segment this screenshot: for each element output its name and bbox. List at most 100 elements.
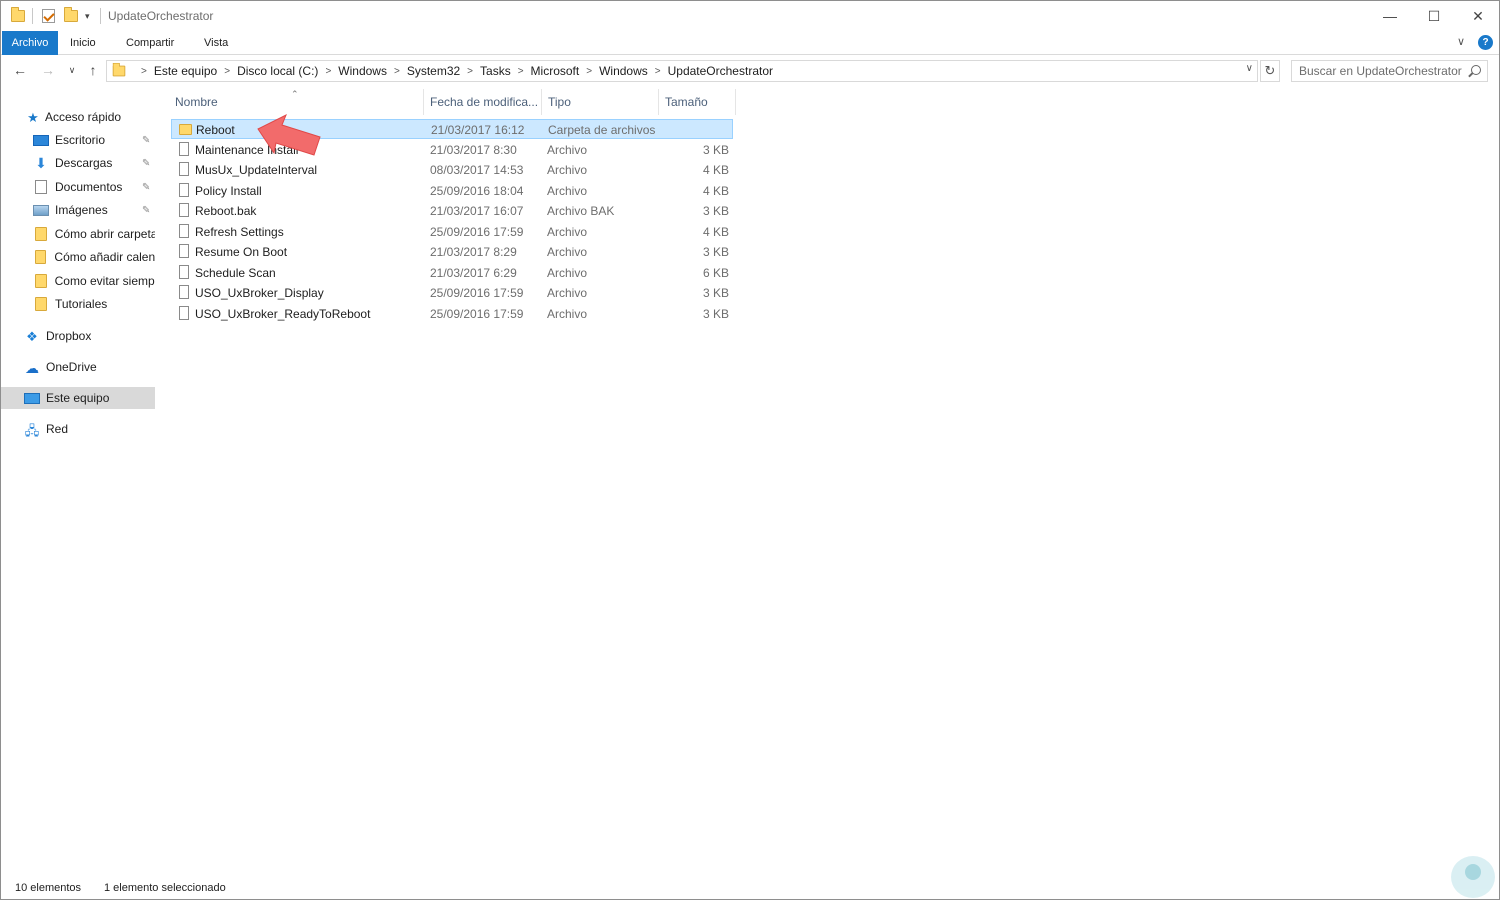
forward-button[interactable]: → [39,60,57,80]
breadcrumb-item[interactable]: Windows [338,64,387,78]
title-bar: ▾ UpdateOrchestrator — ☐ ✕ [1,1,1499,31]
tab-vista[interactable]: Vista [196,31,236,55]
folder-icon [11,7,25,22]
sidebar-item-documentos[interactable]: Documentos ✎ [1,176,155,198]
file-icon [179,183,189,197]
column-header-size[interactable]: Tamaño [659,89,736,115]
breadcrumb-item[interactable]: Este equipo [154,64,217,78]
file-icon [179,162,189,176]
tab-archivo[interactable]: Archivo [2,31,58,55]
chevron-right-icon[interactable]: > [467,66,473,77]
star-icon: ★ [27,110,39,125]
column-header-name[interactable]: ⌃ Nombre [169,89,424,115]
navigation-pane: ★ Acceso rápido Escritorio ✎ ⬇ Descargas… [1,91,161,871]
new-folder-icon[interactable] [64,7,78,22]
sidebar-item-network[interactable]: 🖧 Red [1,418,155,440]
table-row[interactable]: MusUx_UpdateInterval 08/03/2017 14:53 Ar… [171,160,733,180]
folder-icon [35,250,47,264]
file-icon [179,203,189,217]
sort-ascending-icon: ⌃ [291,89,299,99]
status-bar: 10 elementos 1 elemento seleccionado [1,879,1499,899]
search-icon[interactable] [1471,65,1481,75]
window-title: UpdateOrchestrator [108,9,214,23]
table-row[interactable]: Reboot.bak 21/03/2017 16:07 Archivo BAK … [171,201,733,221]
pin-icon: ✎ [142,157,151,169]
folder-icon [112,62,126,77]
refresh-button[interactable]: ↻ [1260,60,1280,82]
breadcrumb-item[interactable]: Microsoft [531,64,580,78]
file-icon [179,285,189,299]
download-icon: ⬇ [35,155,47,171]
pin-icon: ✎ [142,181,151,193]
search-input[interactable] [1292,61,1462,81]
back-button[interactable]: ← [11,60,29,80]
chevron-right-icon[interactable]: > [141,66,147,77]
table-row[interactable]: Schedule Scan 21/03/2017 6:29 Archivo 6 … [171,263,733,283]
maximize-button[interactable]: ☐ [1411,1,1457,31]
chevron-right-icon[interactable]: > [518,66,524,77]
breadcrumb-item[interactable]: Disco local (C:) [237,64,318,78]
file-icon [179,306,189,320]
table-row[interactable]: Resume On Boot 21/03/2017 8:29 Archivo 3… [171,242,733,262]
up-button[interactable]: ↑ [84,60,102,80]
breadcrumb-item[interactable]: Windows [599,64,648,78]
table-row[interactable]: USO_UxBroker_Display 25/09/2016 17:59 Ar… [171,283,733,303]
sidebar-item-tutoriales[interactable]: Tutoriales [1,293,155,315]
chevron-right-icon[interactable]: > [325,66,331,77]
customize-quick-access-icon[interactable]: ▾ [85,8,90,24]
search-box[interactable] [1291,60,1488,82]
tab-inicio[interactable]: Inicio [62,31,104,55]
dropbox-icon: ❖ [26,329,38,344]
sidebar-item-descargas[interactable]: ⬇ Descargas ✎ [1,152,155,174]
file-explorer-window: ▾ UpdateOrchestrator — ☐ ✕ Archivo Inici… [0,0,1500,900]
network-icon: 🖧 [24,423,40,438]
column-header-date[interactable]: Fecha de modifica... [424,89,542,115]
cloud-icon: ☁ [25,360,39,376]
sidebar-item-dropbox[interactable]: ❖ Dropbox [1,325,155,347]
sidebar-item-folder[interactable]: Cómo añadir calenc [1,246,155,268]
navigation-bar: ← → ∨ ↑ > Este equipo > Disco local (C:)… [1,56,1499,86]
tab-compartir[interactable]: Compartir [118,31,182,55]
chevron-right-icon[interactable]: > [586,66,592,77]
expand-ribbon-icon[interactable]: ∨ [1457,35,1465,48]
close-button[interactable]: ✕ [1455,1,1500,31]
breadcrumb-item[interactable]: System32 [407,64,460,78]
table-row[interactable]: Refresh Settings 25/09/2016 17:59 Archiv… [171,222,733,242]
chevron-right-icon[interactable]: > [394,66,400,77]
sidebar-item-escritorio[interactable]: Escritorio ✎ [1,129,155,151]
sidebar-item-folder[interactable]: Como evitar siempr [1,270,155,292]
column-header-type[interactable]: Tipo [542,89,659,115]
pictures-icon [33,204,49,216]
sidebar-item-imagenes[interactable]: Imágenes ✎ [1,199,155,221]
help-icon[interactable]: ? [1478,35,1493,50]
folder-icon [35,297,47,311]
breadcrumb: > Este equipo > Disco local (C:) > Windo… [134,61,773,81]
annotation-arrow-icon [257,113,321,156]
file-icon [179,142,189,156]
desktop-icon [33,134,49,146]
table-row[interactable]: USO_UxBroker_ReadyToReboot 25/09/2016 17… [171,304,733,324]
watermark-logo-icon [1451,856,1495,898]
file-icon [179,224,189,238]
sidebar-item-onedrive[interactable]: ☁ OneDrive [1,356,155,378]
sidebar-item-this-pc[interactable]: Este equipo [1,387,155,409]
folder-icon [179,124,192,135]
recent-locations-button[interactable]: ∨ [63,60,81,80]
sidebar-item-folder[interactable]: Cómo abrir carpeta [1,223,155,245]
sidebar-item-quick-access[interactable]: ★ Acceso rápido [25,106,155,128]
file-icon [179,244,189,258]
chevron-right-icon[interactable]: > [224,66,230,77]
pin-icon: ✎ [142,134,151,146]
table-row[interactable]: Policy Install 25/09/2016 18:04 Archivo … [171,181,733,201]
breadcrumb-item[interactable]: Tasks [480,64,511,78]
chevron-right-icon[interactable]: > [655,66,661,77]
documents-icon [35,180,47,194]
minimize-button[interactable]: — [1367,1,1413,31]
pin-icon: ✎ [142,204,151,216]
file-icon [179,265,189,279]
item-count: 10 elementos [15,882,82,894]
address-bar[interactable]: > Este equipo > Disco local (C:) > Windo… [106,60,1258,82]
breadcrumb-item[interactable]: UpdateOrchestrator [668,64,773,78]
properties-icon[interactable] [42,9,55,23]
address-history-icon[interactable]: ∨ [1246,63,1253,74]
